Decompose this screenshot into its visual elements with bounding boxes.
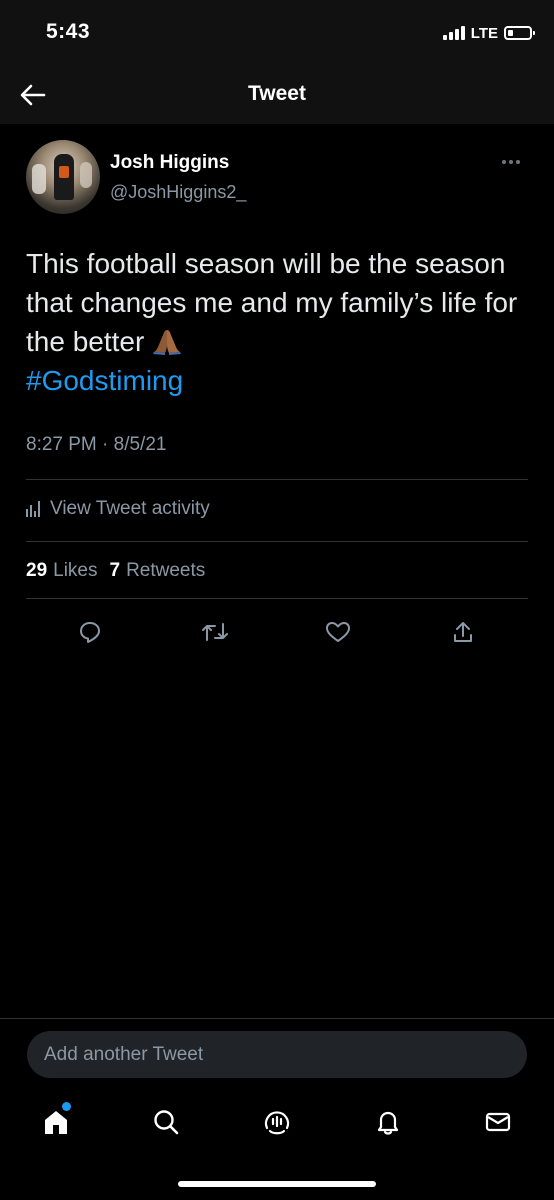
search-icon <box>154 1110 179 1135</box>
retweets-count: 7 <box>109 560 121 581</box>
home-indicator <box>178 1181 376 1187</box>
tab-spaces[interactable] <box>255 1102 299 1142</box>
tweet-actions <box>0 612 554 652</box>
retweet-icon <box>202 623 228 641</box>
retweets-label: Retweets <box>126 560 206 581</box>
battery-icon <box>504 26 535 40</box>
status-indicators: LTE <box>442 22 535 44</box>
activity-label: View Tweet activity <box>50 498 210 519</box>
reply-icon <box>80 622 100 643</box>
tab-home[interactable] <box>34 1102 78 1142</box>
network-type: LTE <box>470 24 498 42</box>
like-button[interactable] <box>318 612 358 652</box>
retweet-button[interactable] <box>195 612 235 652</box>
tweet-stats: 29 Likes 7 Retweets <box>26 556 217 586</box>
likes-stat[interactable]: 29 Likes <box>26 560 98 582</box>
tab-messages[interactable] <box>476 1102 520 1142</box>
divider <box>0 1018 554 1019</box>
more-options-button[interactable] <box>496 152 526 172</box>
status-time: 5:43 <box>46 20 91 43</box>
tweet-body: This football season will be the season … <box>26 248 518 357</box>
tweet-timestamp: 8:27 PM · 8/5/21 <box>26 434 167 455</box>
retweets-stat[interactable]: 7 Retweets <box>110 560 206 582</box>
likes-label: Likes <box>53 560 98 581</box>
like-icon <box>326 622 350 642</box>
tab-search[interactable] <box>144 1102 188 1142</box>
top-navigation-bar: Tweet <box>0 66 554 124</box>
tweet-detail-screen: 5:43 LTE Tweet Josh Higgins @JoshHiggins… <box>0 0 554 1200</box>
share-button[interactable] <box>443 612 483 652</box>
page-title: Tweet <box>248 82 306 105</box>
tab-notifications[interactable] <box>366 1102 410 1142</box>
folded-hands-icon <box>153 330 182 355</box>
home-icon <box>45 1111 67 1134</box>
notifications-icon <box>377 1111 399 1135</box>
view-tweet-activity-link[interactable]: View Tweet activity <box>26 494 210 524</box>
hashtag-link[interactable]: #Godstiming <box>26 365 183 396</box>
reply-button[interactable] <box>70 612 110 652</box>
notification-dot <box>62 1102 71 1111</box>
spaces-icon <box>264 1111 290 1135</box>
status-bar: 5:43 LTE <box>0 0 554 66</box>
divider <box>26 541 528 542</box>
divider <box>26 598 528 599</box>
bottom-tab-bar <box>0 1090 554 1154</box>
divider <box>26 479 528 480</box>
author-name[interactable]: Josh Higgins <box>110 152 229 174</box>
author-handle[interactable]: @JoshHiggins2_ <box>110 182 246 203</box>
add-another-tweet-input[interactable]: Add another Tweet <box>27 1031 527 1078</box>
more-icon <box>502 160 506 164</box>
messages-icon <box>485 1112 511 1132</box>
tweet-text: This football season will be the season … <box>26 244 526 400</box>
avatar[interactable] <box>26 140 100 214</box>
tweet-author: Josh Higgins @JoshHiggins2_ <box>26 140 530 216</box>
share-icon <box>454 622 472 642</box>
analytics-icon <box>26 501 40 517</box>
likes-count: 29 <box>26 560 48 581</box>
signal-icon <box>442 26 465 40</box>
compose-placeholder: Add another Tweet <box>44 1043 204 1065</box>
